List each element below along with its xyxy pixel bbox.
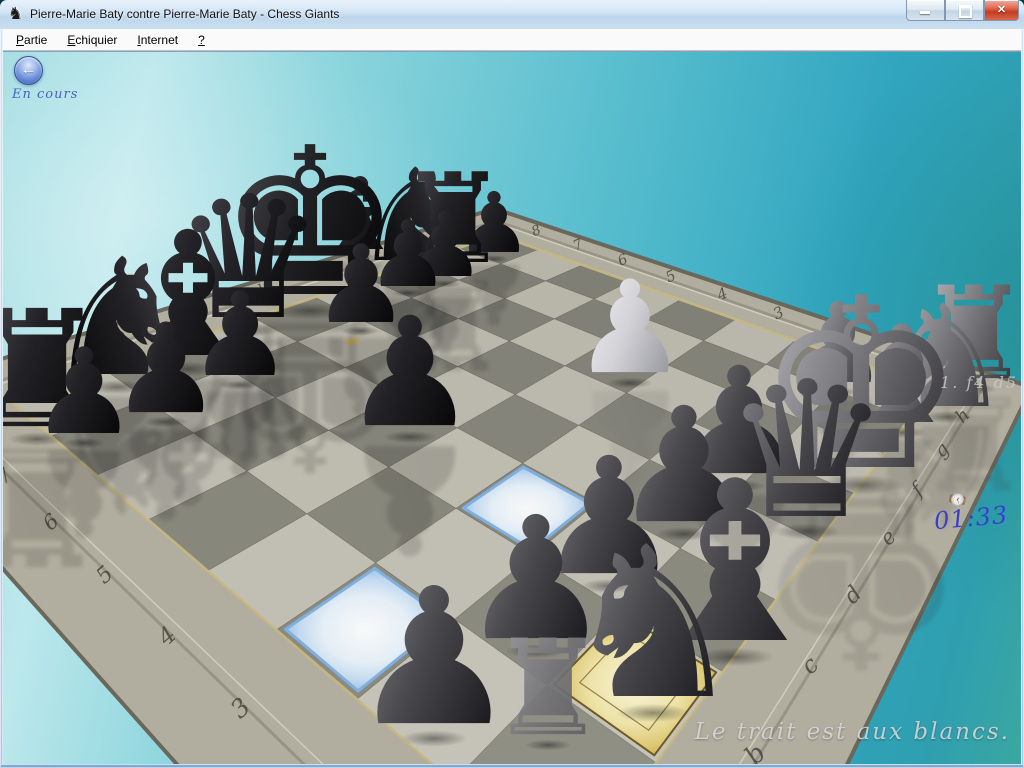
maximize-button[interactable] xyxy=(945,0,984,21)
game-state-label[interactable]: En cours xyxy=(12,87,78,102)
menu-item-aide[interactable]: ? xyxy=(191,31,212,49)
window-border-bottom[interactable] xyxy=(0,764,1024,768)
piece-white-rook-ghost[interactable]: ♜ xyxy=(482,623,614,755)
minimize-button[interactable] xyxy=(906,0,945,21)
menu-item-echiquier[interactable]: Echiquier xyxy=(60,31,124,49)
title-bar[interactable]: ♞ Pierre-Marie Baty contre Pierre-Marie … xyxy=(0,0,1024,29)
window-border-left xyxy=(0,29,3,768)
move-list: 1. f4 d5 xyxy=(940,373,1018,392)
piece-black-pawn[interactable]: ♟ xyxy=(25,334,144,453)
back-button[interactable] xyxy=(14,56,43,85)
close-button[interactable] xyxy=(984,0,1019,21)
app-icon: ♞ xyxy=(8,5,26,23)
menu-item-partie[interactable]: Partie xyxy=(9,31,54,49)
piece-black-pawn[interactable]: ♟ xyxy=(334,298,485,449)
scene-3d: aabbccddeeffgghh1122334455667788 ♝♝♟♟♞♞♜… xyxy=(3,51,1021,765)
caption-buttons xyxy=(906,0,1019,20)
turn-message: Le trait est aux blancs. xyxy=(695,719,1010,745)
game-viewport: aabbccddeeffgghh1122334455667788 ♝♝♟♟♞♞♜… xyxy=(3,51,1021,765)
window-title: Pierre-Marie Baty contre Pierre-Marie Ba… xyxy=(30,7,339,21)
menu-bar: Partie Echiquier Internet? xyxy=(3,29,1021,51)
menu-item-internet[interactable]: Internet xyxy=(130,31,185,49)
app-window: ♞ Pierre-Marie Baty contre Pierre-Marie … xyxy=(0,0,1024,768)
